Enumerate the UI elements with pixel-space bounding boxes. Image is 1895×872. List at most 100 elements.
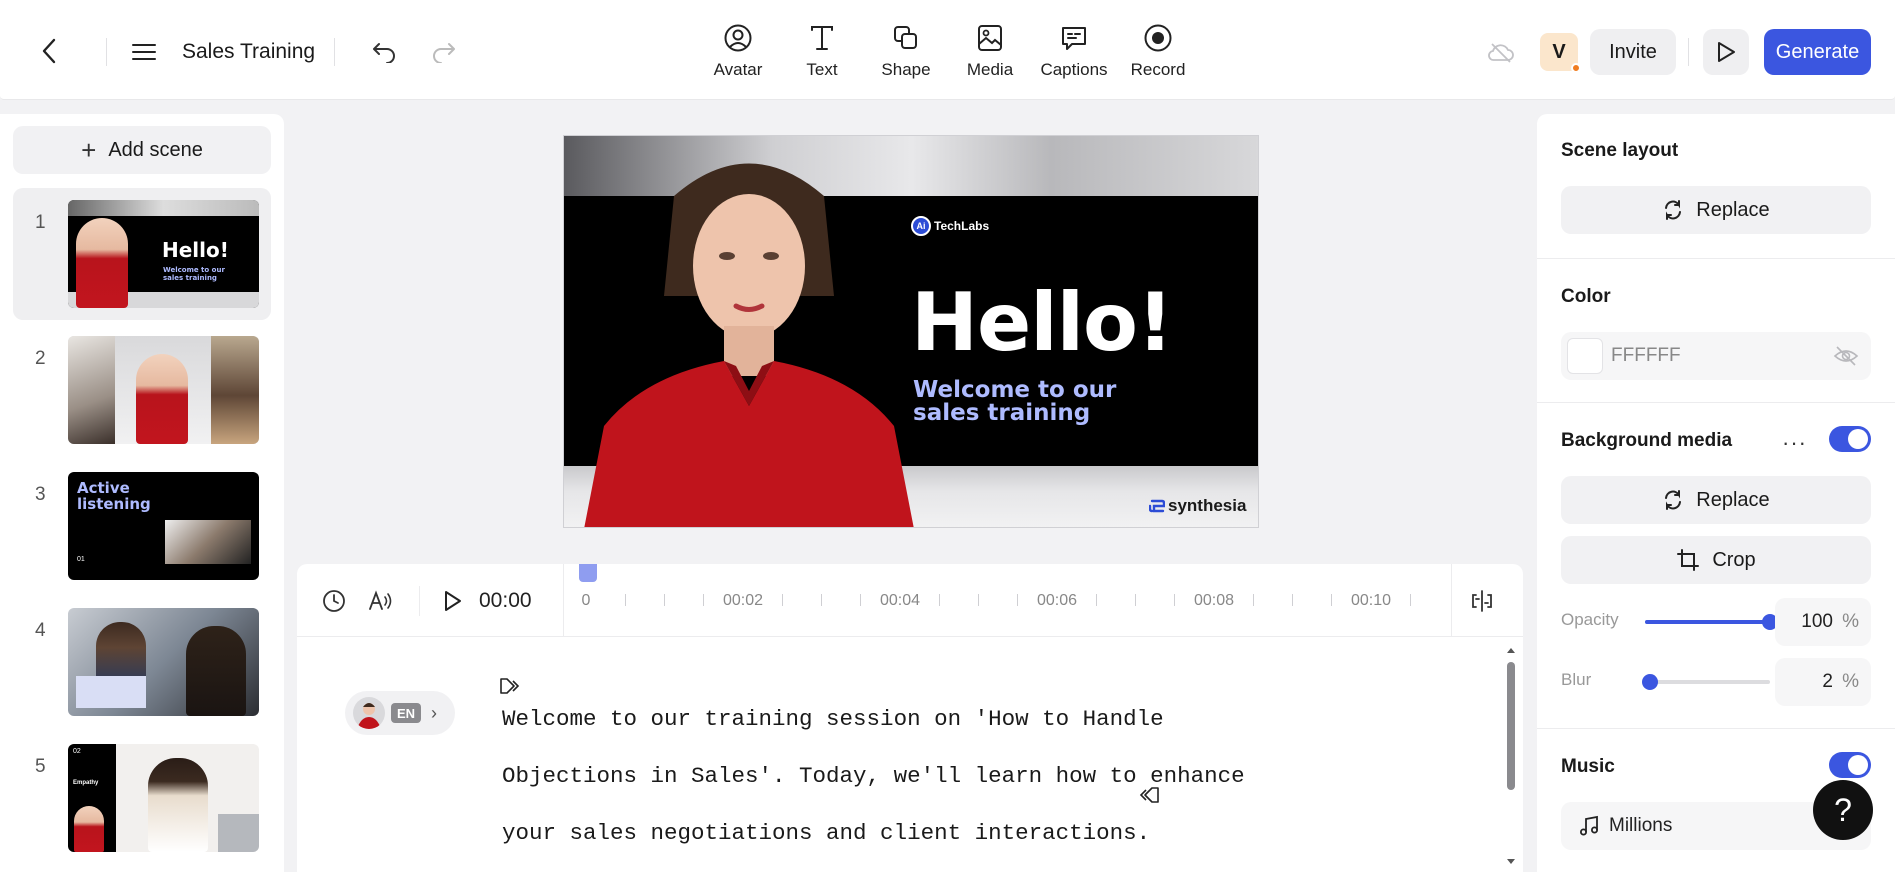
blur-unit: %: [1842, 671, 1859, 692]
tool-label: Avatar: [713, 60, 763, 79]
voice-settings-button[interactable]: [365, 586, 395, 616]
chevron-right-icon: ›: [431, 703, 437, 723]
preview-button[interactable]: [1703, 29, 1749, 75]
scene-item[interactable]: 4: [13, 596, 271, 728]
redo-icon: [433, 43, 455, 63]
timeline-play-button[interactable]: [438, 586, 468, 616]
tick: [1331, 594, 1332, 606]
invite-button[interactable]: Invite: [1590, 29, 1676, 75]
scroll-up-icon: [1507, 648, 1515, 653]
opacity-unit: %: [1842, 611, 1859, 632]
add-scene-button[interactable]: + Add scene: [13, 126, 271, 174]
user-avatar[interactable]: V: [1540, 33, 1581, 73]
script-scrollbar[interactable]: [1505, 644, 1517, 872]
split-view-button[interactable]: [1467, 586, 1497, 616]
timeline-ruler[interactable]: 0 00:02 00:04 00:06 00:08 00:10: [562, 564, 1442, 637]
more-options-button[interactable]: ···: [1782, 430, 1807, 456]
music-title: Music: [1561, 756, 1615, 777]
scene-item[interactable]: 2: [13, 324, 271, 456]
opacity-fill: [1645, 620, 1770, 624]
logo-text: TechLabs: [934, 219, 990, 233]
back-button[interactable]: [34, 36, 64, 66]
script-text[interactable]: Welcome to our training session on 'How …: [502, 691, 1292, 862]
music-toggle[interactable]: [1829, 752, 1871, 778]
blur-input[interactable]: 2 %: [1775, 658, 1871, 706]
voice-selector[interactable]: EN ›: [345, 691, 455, 735]
background-media-toggle[interactable]: [1829, 426, 1871, 452]
scene-number: 1: [35, 212, 46, 233]
tick: [1253, 594, 1254, 606]
scene-canvas[interactable]: Ai TechLabs Hello! Welcome to our sales …: [563, 135, 1259, 528]
menu-button[interactable]: [130, 38, 158, 66]
thumb-title: 02: [73, 748, 81, 755]
divider: [1688, 38, 1689, 66]
opacity-input[interactable]: 100 %: [1775, 598, 1871, 646]
eye-off-icon[interactable]: [1833, 344, 1859, 368]
divider: [1537, 258, 1895, 259]
project-title[interactable]: Sales Training: [182, 40, 315, 64]
timeline-bar: 00:00 0 00:02 00:04 00:06 00:08 00:10: [297, 564, 1523, 637]
help-button[interactable]: ?: [1813, 780, 1873, 840]
scene-item[interactable]: 3 Active listening 01: [13, 460, 271, 592]
media-icon: [974, 22, 1006, 54]
undo-button[interactable]: [368, 36, 400, 68]
thumb-subtitle: Empathy: [73, 780, 99, 786]
hamburger-icon: [132, 44, 156, 60]
shape-icon: [890, 22, 922, 54]
divider: [106, 38, 107, 66]
playhead[interactable]: [579, 564, 597, 582]
canvas-subline[interactable]: Welcome to our sales training: [913, 379, 1173, 425]
current-time: 00:00: [479, 589, 532, 612]
blur-slider[interactable]: [1642, 674, 1770, 690]
thumb-subtitle: Welcome to our sales training: [163, 266, 225, 282]
tool-record[interactable]: Record: [1118, 22, 1198, 84]
divider: [1537, 728, 1895, 729]
tool-media[interactable]: Media: [950, 22, 1030, 84]
avatar-presenter[interactable]: [584, 136, 914, 528]
tool-label: Media: [966, 60, 1014, 79]
plus-icon: +: [81, 135, 97, 165]
color-swatch[interactable]: [1567, 338, 1603, 374]
replace-icon: [1665, 200, 1682, 220]
replace-layout-button[interactable]: Replace: [1561, 186, 1871, 234]
replace-label: Replace: [1696, 488, 1770, 511]
tool-label: Record: [1130, 60, 1186, 79]
scene-item[interactable]: 5 02 Empathy: [13, 732, 271, 864]
text-icon: [806, 22, 838, 54]
brand-text: synthesia: [1168, 496, 1247, 515]
blur-knob[interactable]: [1642, 674, 1658, 690]
scene-layout-title: Scene layout: [1561, 140, 1679, 161]
scene-thumbnail: [68, 608, 259, 716]
scrollbar-thumb[interactable]: [1507, 662, 1515, 790]
replace-media-button[interactable]: Replace: [1561, 476, 1871, 524]
script-editor: 00:00 0 00:02 00:04 00:06 00:08 00:10 EN…: [297, 564, 1523, 872]
tool-avatar[interactable]: Avatar: [698, 22, 778, 84]
color-hex-value: FFFFFF: [1611, 345, 1681, 366]
canvas-headline[interactable]: Hello!: [911, 276, 1173, 369]
play-icon: [1718, 42, 1735, 62]
user-initial: V: [1552, 40, 1566, 63]
scene-number: 5: [35, 756, 46, 777]
scene-item[interactable]: 1 Hello! Welcome to our sales training: [13, 188, 271, 320]
tool-text[interactable]: Text: [782, 22, 862, 84]
crop-button[interactable]: Crop: [1561, 536, 1871, 584]
tool-captions[interactable]: Captions: [1034, 22, 1114, 84]
generate-button[interactable]: Generate: [1764, 29, 1871, 75]
music-note-icon: [1580, 815, 1598, 836]
canvas-logo[interactable]: Ai TechLabs: [911, 216, 989, 236]
tick: [664, 594, 665, 606]
properties-panel: Scene layout Replace Color FFFFFF Backgr…: [1537, 114, 1895, 872]
tick: [1410, 594, 1411, 606]
background-media-title: Background media: [1561, 430, 1733, 451]
redo-button[interactable]: [428, 36, 460, 68]
tool-shape[interactable]: Shape: [866, 22, 946, 84]
language-badge: EN: [391, 703, 421, 723]
color-field[interactable]: FFFFFF: [1561, 332, 1871, 380]
replace-icon: [1665, 490, 1682, 510]
scene-number: 2: [35, 348, 46, 369]
music-track-name: Millions: [1609, 815, 1673, 836]
duration-button[interactable]: [319, 586, 349, 616]
script-end-marker-icon[interactable]: [1138, 785, 1162, 805]
opacity-slider[interactable]: [1645, 614, 1778, 630]
tick-label: 00:04: [879, 592, 921, 609]
